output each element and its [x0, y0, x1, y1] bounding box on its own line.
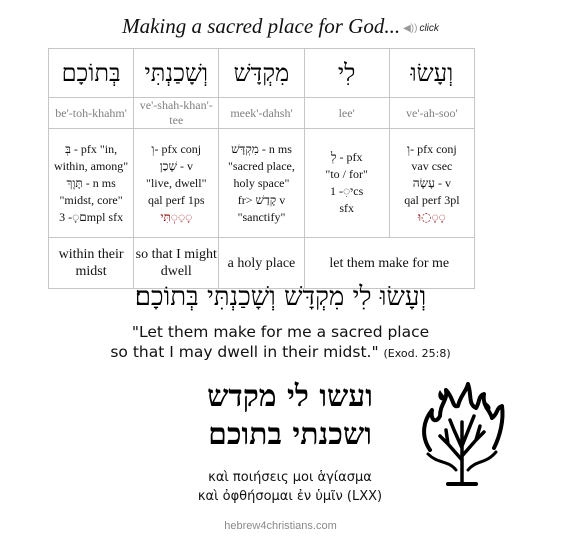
hebrew-word-cell: בְּתוֹכָם [47, 48, 135, 98]
parse-line: עָשָׂה - v [412, 175, 451, 190]
parse-line: "sanctify" [237, 209, 286, 224]
stam-hebrew: ועשו לי מקדש ושכנתי בתוכם [172, 378, 408, 454]
parse-line: ם◌ָ- 3mpl sfx [59, 209, 124, 224]
gloss: a holy place [218, 237, 305, 289]
hebrew-word: בְּתוֹכָם [61, 58, 121, 87]
parse-line: לְ - pfx [330, 150, 363, 164]
parse-line: תָּוֶךְ - n ms [66, 175, 116, 190]
title-row: Making a sacred place for God... ◀)) click [0, 14, 561, 39]
lexicon-table: בְּתוֹכָם וְשָׁכַנְתִּי מִקְדָּשׁ לִי וְ… [47, 48, 476, 289]
parse-line: וְ- pfx conj [407, 141, 457, 156]
hebrew-word: לִי [337, 58, 356, 87]
transliteration: be'-toh-khahm' [47, 97, 135, 129]
parse-line: "sacred place, [228, 158, 295, 173]
parsing-cell: וְ- pfx conj vav csec עָשָׂה - v qal per… [388, 128, 476, 238]
english-line-2: so that I may dwell in their midst." (Ex… [0, 342, 561, 364]
hebrew-word-cell: לִי [303, 48, 390, 98]
parse-line: within, among" [53, 158, 129, 173]
septuagint-text: καὶ ποιήσεις μοι ἁγίασμα καὶ ὀφθήσομαι ἐ… [172, 468, 408, 506]
parse-line: וְ- pfx conj [151, 141, 202, 156]
scripture-reference: (Exod. 25:8) [383, 347, 451, 360]
parse-line: שָׁכַן - v [159, 158, 193, 173]
parse-line: "live, dwell" [146, 175, 207, 190]
page-title: Making a sacred place for God... [122, 14, 401, 38]
parsing-cell: בְּ - pfx "in, within, among" תָּוֶךְ - … [47, 128, 135, 238]
audio-label: click [419, 23, 439, 34]
parse-line: fr> קָדַשׁ v [237, 192, 286, 207]
hebrew-word: וְעָשׂוּ [410, 58, 454, 87]
parsing-cell: וְ- pfx conj שָׁכַן - v "live, dwell" qa… [133, 128, 220, 238]
greek-line: καὶ ὀφθήσομαι ἐν ὑμῖν (LXX) [197, 489, 383, 504]
parse-line: holy space" [233, 175, 290, 190]
english-line: so that I may dwell in their midst." [110, 343, 379, 361]
hebrew-word-cell: וְשָׁכַנְתִּי [133, 48, 220, 98]
parse-line: בְּ - pfx "in, [65, 141, 118, 156]
gloss: so that I might dwell [133, 237, 220, 289]
burning-bush-icon [422, 382, 505, 486]
english-translation: "Let them make for me a sacred place so … [0, 322, 561, 364]
stam-line: ועשו לי מקדש [207, 379, 373, 414]
transliteration: ve'-shah-khan'-tee [133, 97, 220, 129]
parsing-cell: לְ - pfx "to / for" י◌ִ- 1cs sfx [303, 128, 390, 238]
parse-line: qal perf 1ps [147, 192, 205, 207]
hebrew-word: וְשָׁכַנְתִּי [144, 58, 209, 87]
greek-line: καὶ ποιήσεις μοι ἁγίασμα [208, 470, 372, 485]
hebrew-word: מִקְדָּשׁ [233, 58, 290, 87]
parse-line: sfx [339, 201, 354, 215]
parse-line: qal perf 3pl [404, 192, 460, 207]
gloss-row: within their midst so that I might dwell… [47, 237, 476, 289]
transliteration: lee' [303, 97, 390, 129]
parse-line: ◌ָ◌ַ◌ְתִּי [160, 209, 193, 224]
parsing-cell: מִקְדָּשׁ - n ms "sacred place, holy spa… [218, 128, 305, 238]
stam-line: ושכנתי בתוכם [208, 417, 372, 452]
verse-hebrew: וְעָשׂוּ לִי מִקְדָּשׁ וְשָׁכַנְתִּי בְּ… [134, 282, 427, 312]
parse-line: י◌ִ- 1cs [330, 184, 364, 198]
parse-line: "to / for" [325, 167, 368, 181]
speaker-icon: ◀)) [403, 23, 418, 34]
transliteration: ve'-ah-soo' [388, 97, 476, 129]
parse-line: מִקְדָּשׁ - n ms [231, 141, 292, 156]
transliteration: meek'-dahsh' [218, 97, 305, 129]
gloss: within their midst [47, 237, 135, 289]
parse-line: vav csec [411, 158, 453, 173]
parse-line: ◌ָ◌ָ◌וּ [417, 209, 446, 224]
audio-button[interactable]: ◀)) click [403, 23, 439, 34]
hebrew-word-cell: מִקְדָּשׁ [218, 48, 305, 98]
site-credit: hebrew4christians.com [224, 520, 337, 532]
parse-line: "midst, core" [59, 192, 123, 207]
transliteration-row: be'-toh-khahm' ve'-shah-khan'-tee meek'-… [47, 97, 476, 129]
hebrew-word-cell: וְעָשׂוּ [388, 48, 476, 98]
gloss: let them make for me [303, 237, 476, 289]
hebrew-row: בְּתוֹכָם וְשָׁכַנְתִּי מִקְדָּשׁ לִי וְ… [47, 48, 476, 98]
parsing-row: בְּ - pfx "in, within, among" תָּוֶךְ - … [47, 128, 476, 238]
english-line: "Let them make for me a sacred place [131, 323, 430, 341]
